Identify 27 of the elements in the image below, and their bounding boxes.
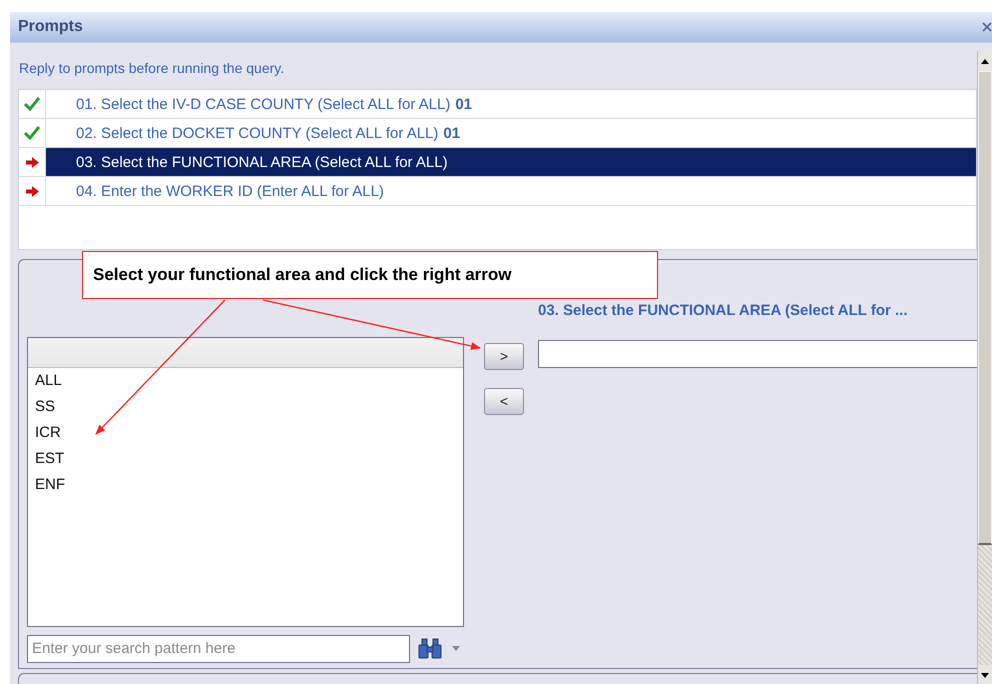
prompt-item[interactable]: 03. Select the FUNCTIONAL AREA (Select ALL for ALL) [46,148,976,176]
prompt-item[interactable]: 04. Enter the WORKER ID (Enter ALL for ALL) [46,177,976,205]
list-option[interactable]: EST [28,446,463,472]
prompt-value: 01 [443,124,460,142]
values-list[interactable]: ALL SS ICR EST ENF [27,336,464,626]
list-option[interactable]: ICR [28,420,463,446]
scrollbar[interactable] [977,51,992,684]
selected-values-field[interactable] [538,340,977,368]
search-field[interactable]: Enter your search pattern here [27,634,410,662]
close-icon[interactable] [982,22,992,32]
prompt-value: 01 [455,96,472,112]
instruction-text: Reply to prompts before running the query. [19,59,286,78]
prompt-label: 03. Select the FUNCTIONAL AREA (Select ALL for ... [538,302,909,321]
remove-button[interactable]: < [484,388,524,414]
window-title: Prompts [18,18,83,36]
prompt-item[interactable]: 01. Select the IV-D CASE COUNTY (Select ALL for ALL) 01 [46,90,976,118]
caret-icon[interactable] [452,646,460,651]
callout-note: Select your functional area and click the right arrow [82,251,658,299]
list-option[interactable]: ENF [28,472,463,498]
list-option[interactable]: ALL [28,368,463,394]
list-option[interactable]: SS [28,394,463,420]
scroll-thumb[interactable] [978,71,992,545]
binoculars-icon[interactable] [418,638,442,660]
scroll-up-icon[interactable] [981,58,989,64]
add-button[interactable]: > [484,342,524,370]
prompt-item[interactable]: 02. Select the DOCKET COUNTY (Select ALL for ALL) 01 [46,119,976,147]
scroll-down-icon[interactable] [981,672,989,678]
